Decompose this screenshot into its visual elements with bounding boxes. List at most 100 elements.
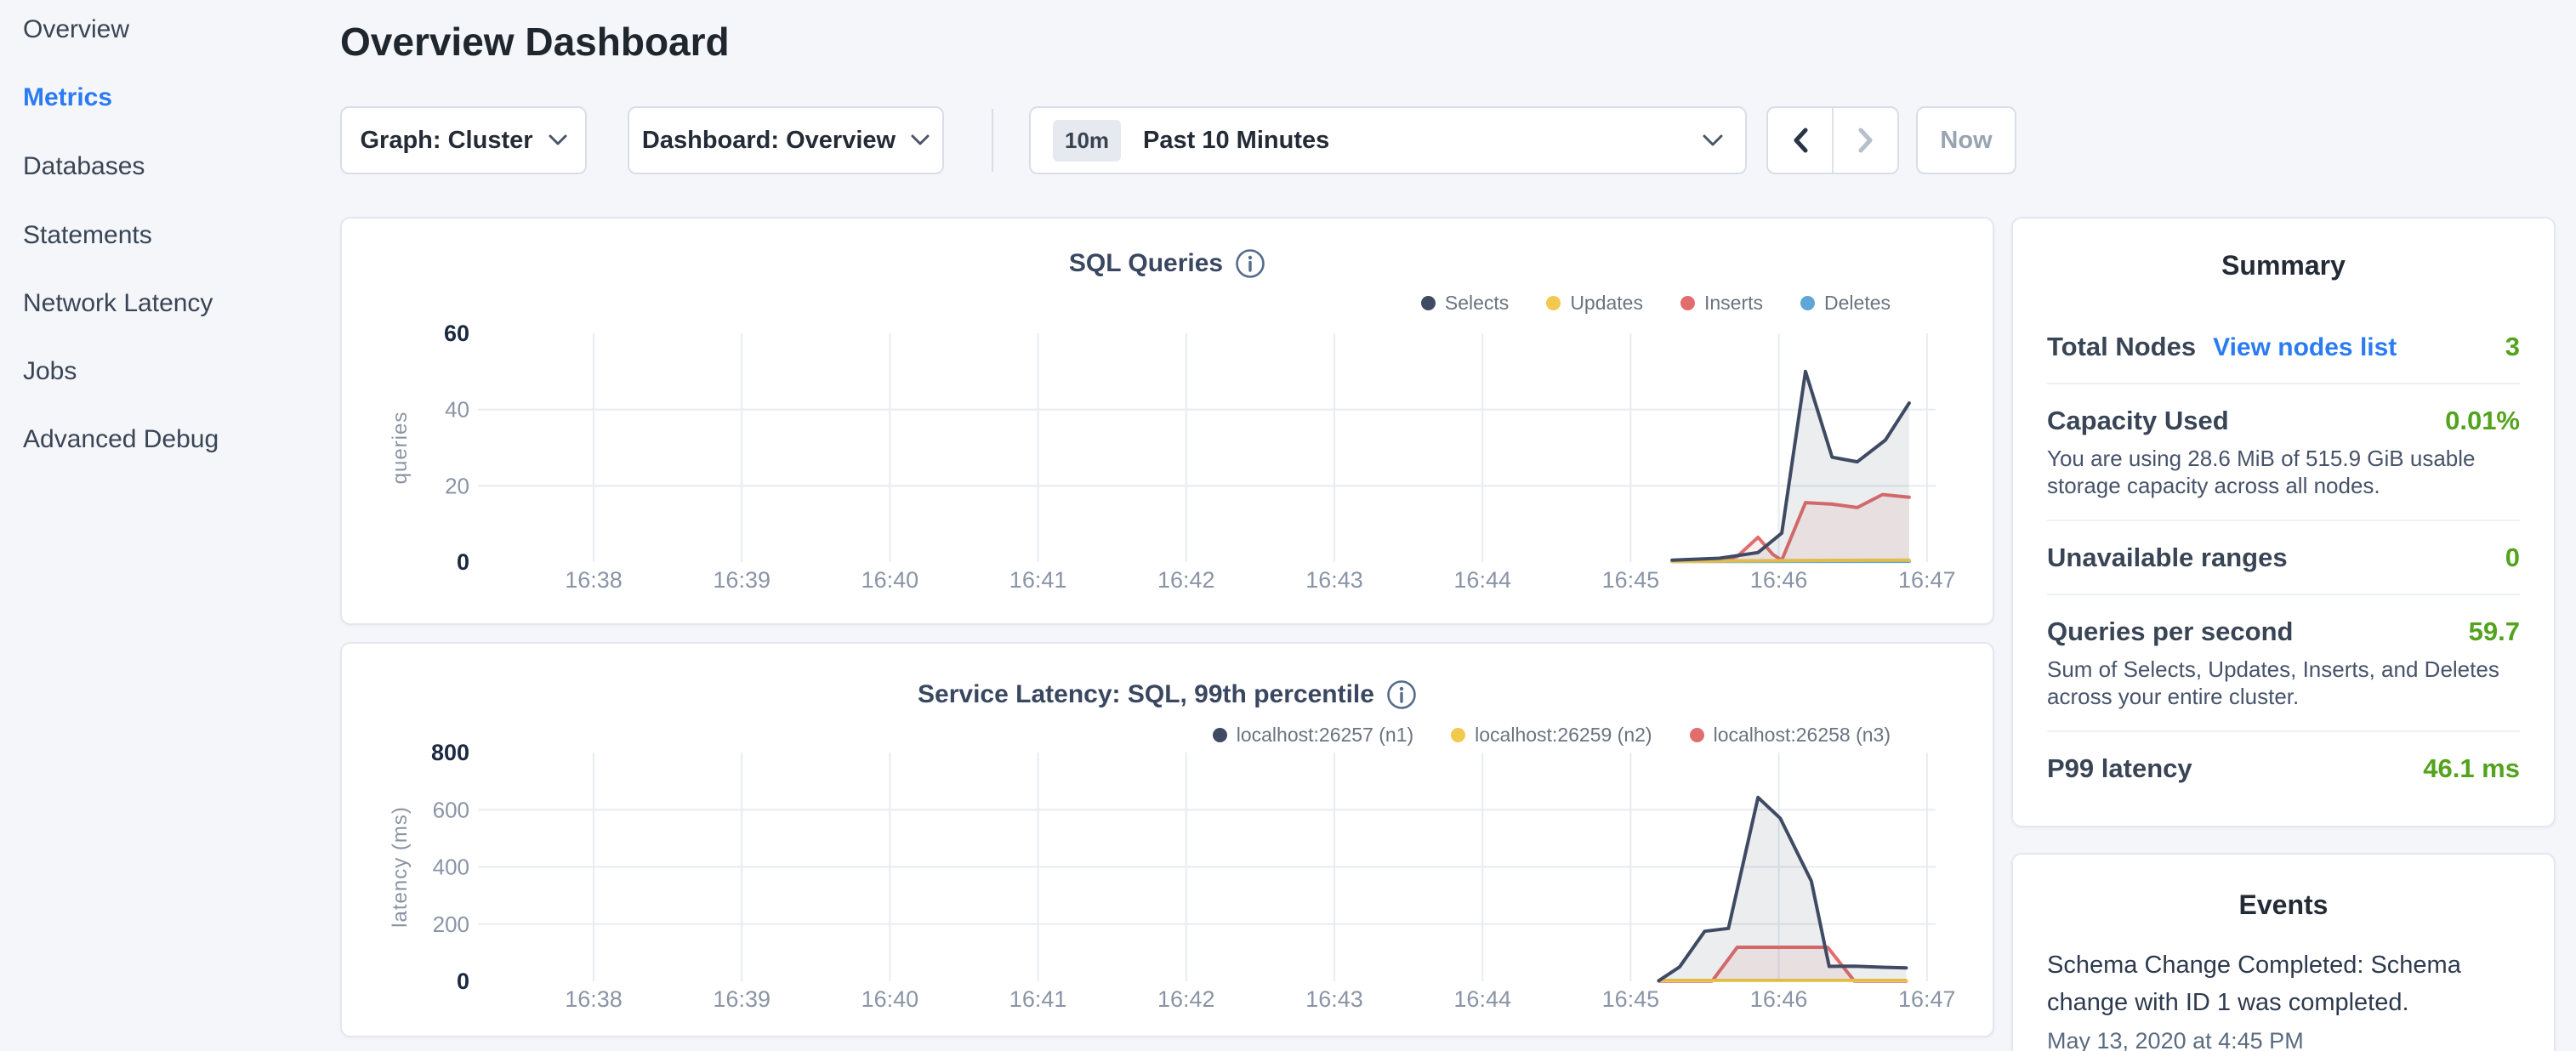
svg-text:16:42: 16:42 — [1157, 567, 1215, 593]
svg-text:20: 20 — [445, 473, 469, 498]
svg-text:16:38: 16:38 — [565, 567, 623, 593]
dashboard-dropdown[interactable]: Dashboard: Overview — [628, 106, 944, 174]
summary-row-label: P99 latency — [2047, 753, 2192, 784]
info-icon[interactable] — [1386, 679, 1417, 710]
sidebar-item-network-latency[interactable]: Network Latency — [23, 291, 213, 316]
svg-text:16:41: 16:41 — [1009, 567, 1067, 593]
svg-text:queries: queries — [389, 412, 412, 485]
events-panel: Events Schema Change Completed: Schema c… — [2011, 853, 2556, 1051]
legend-item: Inserts — [1680, 292, 1763, 315]
svg-text:16:43: 16:43 — [1305, 567, 1363, 593]
svg-text:0: 0 — [457, 549, 469, 575]
summary-row-p99-latency: P99 latency 46.1 ms — [2047, 732, 2520, 804]
now-button[interactable]: Now — [1916, 106, 2016, 174]
legend-label: localhost:26259 (n2) — [1475, 724, 1652, 747]
view-nodes-list-link[interactable]: View nodes list — [2213, 333, 2397, 362]
summary-row-capacity-used: Capacity Used 0.01% You are using 28.6 M… — [2047, 384, 2520, 521]
legend-item: localhost:26259 (n2) — [1451, 724, 1652, 747]
summary-row-value: 46.1 ms — [2423, 753, 2520, 784]
svg-text:16:45: 16:45 — [1602, 986, 1660, 1012]
legend-item: localhost:26258 (n3) — [1690, 724, 1891, 747]
svg-text:16:45: 16:45 — [1602, 567, 1660, 593]
graph-scope-dropdown[interactable]: Graph: Cluster — [340, 106, 587, 174]
chart-title: Service Latency: SQL, 99th percentile — [918, 680, 1374, 709]
summary-row-label: Capacity Used — [2047, 405, 2229, 436]
svg-text:16:44: 16:44 — [1453, 986, 1511, 1012]
sidebar-item-advanced-debug[interactable]: Advanced Debug — [23, 427, 219, 452]
svg-text:200: 200 — [433, 912, 469, 937]
svg-text:16:40: 16:40 — [862, 986, 919, 1012]
svg-text:16:44: 16:44 — [1453, 567, 1511, 593]
svg-text:16:42: 16:42 — [1157, 986, 1215, 1012]
time-nav-group — [1766, 106, 1899, 174]
sidebar-item-statements[interactable]: Statements — [23, 223, 152, 248]
legend-dot-icon — [1421, 296, 1436, 310]
now-button-label: Now — [1940, 127, 1992, 155]
svg-text:16:46: 16:46 — [1750, 567, 1808, 593]
time-range-dropdown[interactable]: 10m Past 10 Minutes — [1029, 106, 1747, 174]
svg-text:60: 60 — [444, 321, 469, 346]
summary-row-total-nodes: Total Nodes View nodes list 3 — [2047, 310, 2520, 384]
summary-row-queries-per-second: Queries per second 59.7 Sum of Selects, … — [2047, 595, 2520, 732]
svg-text:16:47: 16:47 — [1898, 986, 1956, 1012]
summary-row-description: Sum of Selects, Updates, Inserts, and De… — [2047, 656, 2520, 710]
legend-dot-icon — [1800, 296, 1815, 310]
summary-row-value: 0.01% — [2445, 406, 2520, 436]
svg-text:latency (ms): latency (ms) — [389, 806, 412, 928]
legend-label: localhost:26257 (n1) — [1237, 724, 1413, 747]
svg-text:16:43: 16:43 — [1305, 986, 1363, 1012]
svg-text:600: 600 — [433, 797, 469, 822]
summary-panel: Summary Total Nodes View nodes list 3 Ca… — [2011, 217, 2556, 827]
time-range-label: Past 10 Minutes — [1143, 127, 1329, 155]
svg-text:40: 40 — [445, 397, 469, 423]
dashboard-dropdown-label: Dashboard: Overview — [642, 127, 896, 155]
summary-row-label: Total Nodes — [2047, 331, 2196, 362]
sidebar: Overview Metrics Databases Statements Ne… — [0, 0, 340, 1051]
svg-text:16:41: 16:41 — [1009, 986, 1067, 1012]
graph-scope-dropdown-label: Graph: Cluster — [360, 127, 532, 155]
sidebar-item-metrics[interactable]: Metrics — [23, 85, 112, 111]
legend-item: Updates — [1546, 292, 1643, 315]
time-forward-button[interactable] — [1834, 108, 1897, 173]
chevron-left-icon — [1791, 127, 1810, 154]
summary-row-description: You are using 28.6 MiB of 515.9 GiB usab… — [2047, 445, 2520, 499]
chevron-down-icon — [911, 134, 930, 146]
legend-dot-icon — [1690, 728, 1704, 742]
sidebar-item-overview[interactable]: Overview — [23, 17, 129, 43]
summary-row-value: 0 — [2505, 543, 2520, 573]
event-timestamp: May 13, 2020 at 4:45 PM — [2047, 1028, 2520, 1051]
chevron-right-icon — [1857, 127, 1875, 154]
sidebar-item-databases[interactable]: Databases — [23, 154, 145, 179]
chevron-down-icon — [549, 134, 567, 146]
summary-title: Summary — [2047, 249, 2520, 281]
summary-row-value: 3 — [2505, 332, 2520, 362]
svg-text:16:39: 16:39 — [713, 567, 771, 593]
sql-queries-chart: 16:3816:3916:4016:4116:4216:4316:4416:45… — [342, 219, 1996, 625]
summary-row-label: Unavailable ranges — [2047, 542, 2288, 573]
chart-legend: SelectsUpdatesInsertsDeletes — [1421, 292, 1891, 315]
svg-text:800: 800 — [431, 740, 469, 765]
sidebar-item-jobs[interactable]: Jobs — [23, 359, 77, 384]
summary-row-label: Queries per second — [2047, 616, 2293, 647]
legend-dot-icon — [1546, 296, 1561, 310]
svg-text:400: 400 — [433, 855, 469, 880]
svg-text:16:46: 16:46 — [1750, 986, 1808, 1012]
info-icon[interactable] — [1235, 248, 1265, 279]
time-back-button[interactable] — [1768, 108, 1834, 173]
svg-text:16:38: 16:38 — [565, 986, 623, 1012]
legend-item: Selects — [1421, 292, 1509, 315]
summary-row-unavailable-ranges: Unavailable ranges 0 — [2047, 521, 2520, 595]
svg-text:16:39: 16:39 — [713, 986, 771, 1012]
svg-text:16:47: 16:47 — [1898, 567, 1956, 593]
legend-label: Inserts — [1704, 292, 1763, 315]
time-range-badge: 10m — [1053, 120, 1121, 162]
chart-title: SQL Queries — [1069, 249, 1223, 278]
events-title: Events — [2047, 889, 2520, 921]
event-text: Schema Change Completed: Schema change w… — [2047, 946, 2520, 1021]
controls-divider — [992, 109, 993, 172]
legend-dot-icon — [1213, 728, 1227, 742]
legend-label: Updates — [1570, 292, 1643, 315]
service-latency-chart-card: Service Latency: SQL, 99th percentile lo… — [340, 642, 1994, 1037]
legend-dot-icon — [1451, 728, 1465, 742]
chart-legend: localhost:26257 (n1) localhost:26259 (n2)… — [1213, 724, 1891, 747]
